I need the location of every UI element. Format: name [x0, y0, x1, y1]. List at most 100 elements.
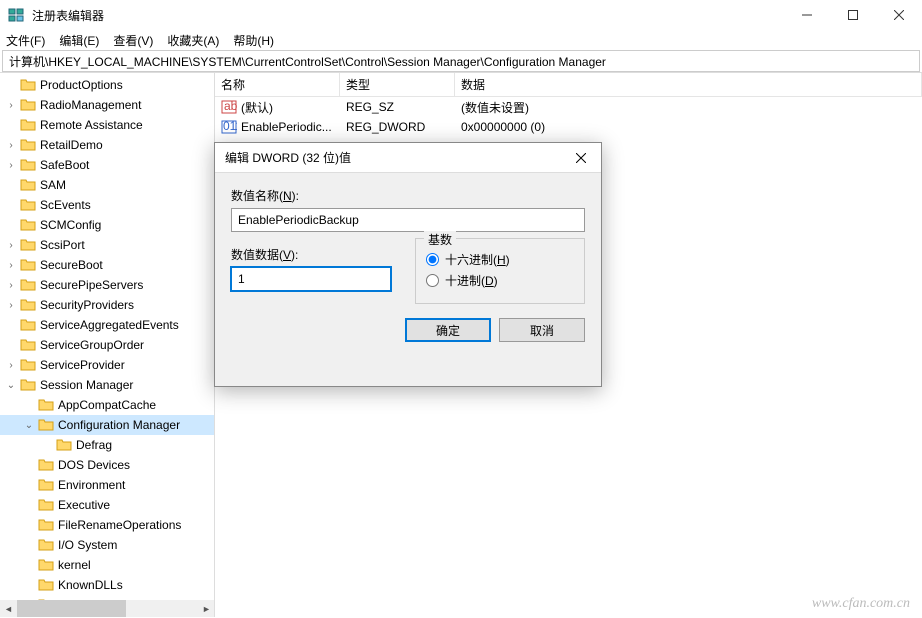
col-type[interactable]: 类型 — [340, 73, 455, 96]
tree-item[interactable]: › SafeBoot — [0, 155, 214, 175]
scroll-left-icon[interactable]: ◄ — [0, 600, 17, 617]
folder-icon — [20, 357, 36, 373]
menu-file[interactable]: 文件(F) — [6, 32, 45, 49]
value-name-label: 数值名称(N): — [231, 187, 585, 204]
chevron-right-icon — [4, 338, 18, 352]
tree-item-label: DOS Devices — [58, 458, 130, 472]
tree-item-label: Environment — [58, 478, 125, 492]
chevron-right-icon — [22, 538, 36, 552]
tree-item[interactable]: kernel — [0, 555, 214, 575]
tree-item[interactable]: ›ScsiPort — [0, 235, 214, 255]
tree-item[interactable]: Defrag — [0, 435, 214, 455]
chevron-down-icon[interactable]: ⌄ — [4, 378, 18, 392]
tree-item[interactable]: Executive — [0, 495, 214, 515]
maximize-button[interactable] — [830, 0, 876, 30]
radio-dec[interactable]: 十进制(D) — [426, 272, 574, 289]
tree-item[interactable]: ServiceGroupOrder — [0, 335, 214, 355]
folder-icon — [38, 477, 54, 493]
scroll-thumb[interactable] — [17, 600, 126, 617]
folder-icon — [20, 117, 36, 133]
chevron-right-icon[interactable]: › — [4, 258, 18, 272]
chevron-right-icon — [4, 78, 18, 92]
scroll-right-icon[interactable]: ► — [198, 600, 215, 617]
tree-item[interactable]: ProductOptions — [0, 75, 214, 95]
menu-edit[interactable]: 编辑(E) — [59, 32, 99, 49]
tree-item[interactable]: AppCompatCache — [0, 395, 214, 415]
tree-item[interactable]: ⌄ Configuration Manager — [0, 415, 214, 435]
chevron-right-icon — [22, 558, 36, 572]
col-data[interactable]: 数据 — [455, 73, 922, 96]
tree-item-label: SCMConfig — [40, 218, 101, 232]
tree-item[interactable]: SAM — [0, 175, 214, 195]
tree-item-label: SAM — [40, 178, 66, 192]
chevron-right-icon — [4, 218, 18, 232]
tree-item[interactable]: ›ServiceProvider — [0, 355, 214, 375]
folder-icon — [38, 517, 54, 533]
binary-value-icon: 011 — [221, 119, 237, 135]
folder-icon — [38, 537, 54, 553]
tree-item[interactable]: DOS Devices — [0, 455, 214, 475]
ok-button[interactable]: 确定 — [405, 318, 491, 342]
tree-item[interactable]: ScEvents — [0, 195, 214, 215]
folder-icon — [20, 217, 36, 233]
chevron-right-icon[interactable]: › — [4, 158, 18, 172]
minimize-button[interactable] — [784, 0, 830, 30]
chevron-right-icon[interactable]: › — [4, 298, 18, 312]
tree-item[interactable]: ›RadioManagement — [0, 95, 214, 115]
value-name-field[interactable]: EnablePeriodicBackup — [231, 208, 585, 232]
tree-item[interactable]: ⌄Session Manager — [0, 375, 214, 395]
chevron-right-icon[interactable]: › — [4, 278, 18, 292]
tree-item-label: SecureBoot — [40, 258, 103, 272]
tree-item[interactable]: › SecurityProviders — [0, 295, 214, 315]
radio-hex[interactable]: 十六进制(H) — [426, 251, 574, 268]
menu-favorites[interactable]: 收藏夹(A) — [167, 32, 219, 49]
list-row[interactable]: 011EnablePeriodic...REG_DWORD0x00000000 … — [215, 117, 922, 137]
chevron-right-icon[interactable]: › — [4, 238, 18, 252]
tree-item-label: RetailDemo — [40, 138, 103, 152]
menu-help[interactable]: 帮助(H) — [233, 32, 274, 49]
tree-item[interactable]: FileRenameOperations — [0, 515, 214, 535]
list-row[interactable]: ab(默认)REG_SZ(数值未设置) — [215, 97, 922, 117]
tree-item[interactable]: ›SecurePipeServers — [0, 275, 214, 295]
tree-item[interactable]: Environment — [0, 475, 214, 495]
radio-hex-input[interactable] — [426, 253, 439, 266]
chevron-right-icon — [22, 578, 36, 592]
folder-icon — [20, 297, 36, 313]
value-data-input[interactable] — [231, 267, 391, 291]
chevron-right-icon[interactable]: › — [4, 98, 18, 112]
chevron-right-icon[interactable]: › — [4, 358, 18, 372]
folder-icon — [38, 397, 54, 413]
folder-icon — [20, 197, 36, 213]
tree-hscrollbar[interactable]: ◄ ► — [0, 600, 215, 617]
chevron-right-icon[interactable]: › — [4, 138, 18, 152]
address-bar[interactable]: 计算机\HKEY_LOCAL_MACHINE\SYSTEM\CurrentCon… — [2, 50, 920, 72]
folder-icon — [38, 457, 54, 473]
chevron-right-icon — [22, 458, 36, 472]
tree-item[interactable]: SCMConfig — [0, 215, 214, 235]
folder-icon — [20, 337, 36, 353]
tree-item[interactable]: › RetailDemo — [0, 135, 214, 155]
cancel-button[interactable]: 取消 — [499, 318, 585, 342]
tree-item-label: SecurityProviders — [40, 298, 134, 312]
tree-item[interactable]: KnownDLLs — [0, 575, 214, 595]
tree-item[interactable]: ServiceAggregatedEvents — [0, 315, 214, 335]
folder-icon — [20, 137, 36, 153]
menu-view[interactable]: 查看(V) — [113, 32, 153, 49]
radio-dec-input[interactable] — [426, 274, 439, 287]
folder-icon — [20, 177, 36, 193]
dialog-titlebar[interactable]: 编辑 DWORD (32 位)值 — [215, 143, 601, 173]
tree-item[interactable]: I/O System — [0, 535, 214, 555]
tree-item[interactable]: Remote Assistance — [0, 115, 214, 135]
tree-pane[interactable]: ProductOptions›RadioManagementRemote Ass… — [0, 73, 215, 617]
dialog-title: 编辑 DWORD (32 位)值 — [225, 149, 561, 166]
dialog-close-button[interactable] — [561, 143, 601, 173]
chevron-down-icon[interactable]: ⌄ — [22, 418, 36, 432]
tree-item[interactable]: › SecureBoot — [0, 255, 214, 275]
tree-item-label: SafeBoot — [40, 158, 89, 172]
regedit-icon — [8, 7, 24, 23]
edit-dword-dialog: 编辑 DWORD (32 位)值 数值名称(N): EnablePeriodic… — [214, 142, 602, 387]
close-button[interactable] — [876, 0, 922, 30]
col-name[interactable]: 名称 — [215, 73, 340, 96]
value-data-label: 数值数据(V): — [231, 246, 391, 263]
tree-item-label: Configuration Manager — [58, 418, 180, 432]
